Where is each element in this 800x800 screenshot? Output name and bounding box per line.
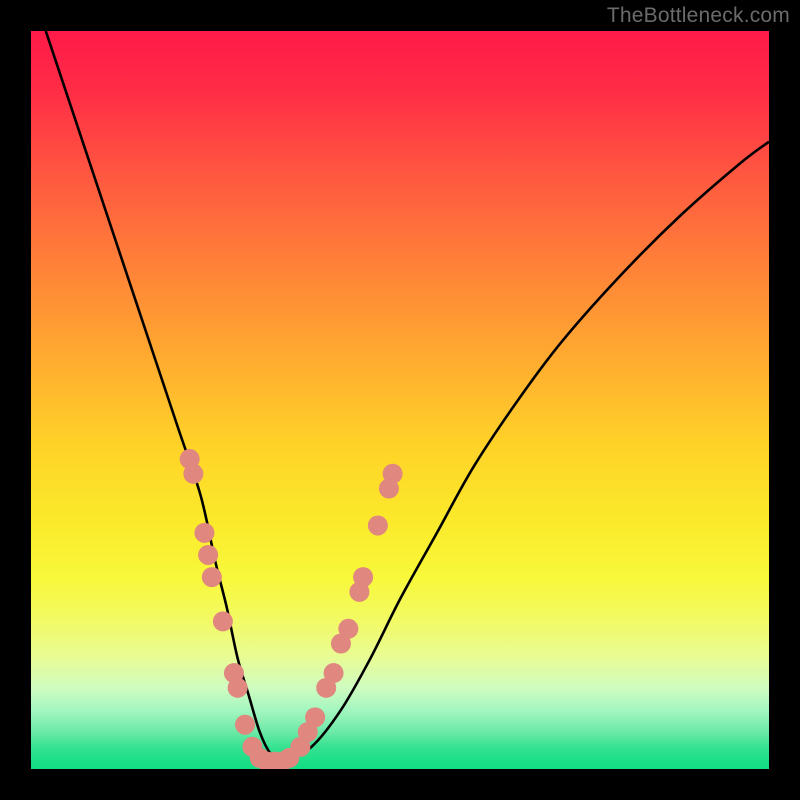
bottleneck-curve-path <box>46 31 769 762</box>
watermark-text: TheBottleneck.com <box>607 4 790 28</box>
data-marker <box>324 663 344 683</box>
data-marker <box>183 464 203 484</box>
chart-frame: TheBottleneck.com <box>0 0 800 800</box>
data-marker <box>368 515 388 535</box>
data-marker <box>202 567 222 587</box>
data-marker <box>198 545 218 565</box>
data-marker <box>228 678 248 698</box>
curve-group <box>46 31 769 762</box>
data-marker <box>235 715 255 735</box>
chart-svg <box>31 31 769 769</box>
plot-area <box>31 31 769 769</box>
data-marker <box>383 464 403 484</box>
markers-group <box>180 449 403 769</box>
data-marker <box>338 619 358 639</box>
data-marker <box>305 707 325 727</box>
data-marker <box>194 523 214 543</box>
data-marker <box>353 567 373 587</box>
data-marker <box>213 611 233 631</box>
